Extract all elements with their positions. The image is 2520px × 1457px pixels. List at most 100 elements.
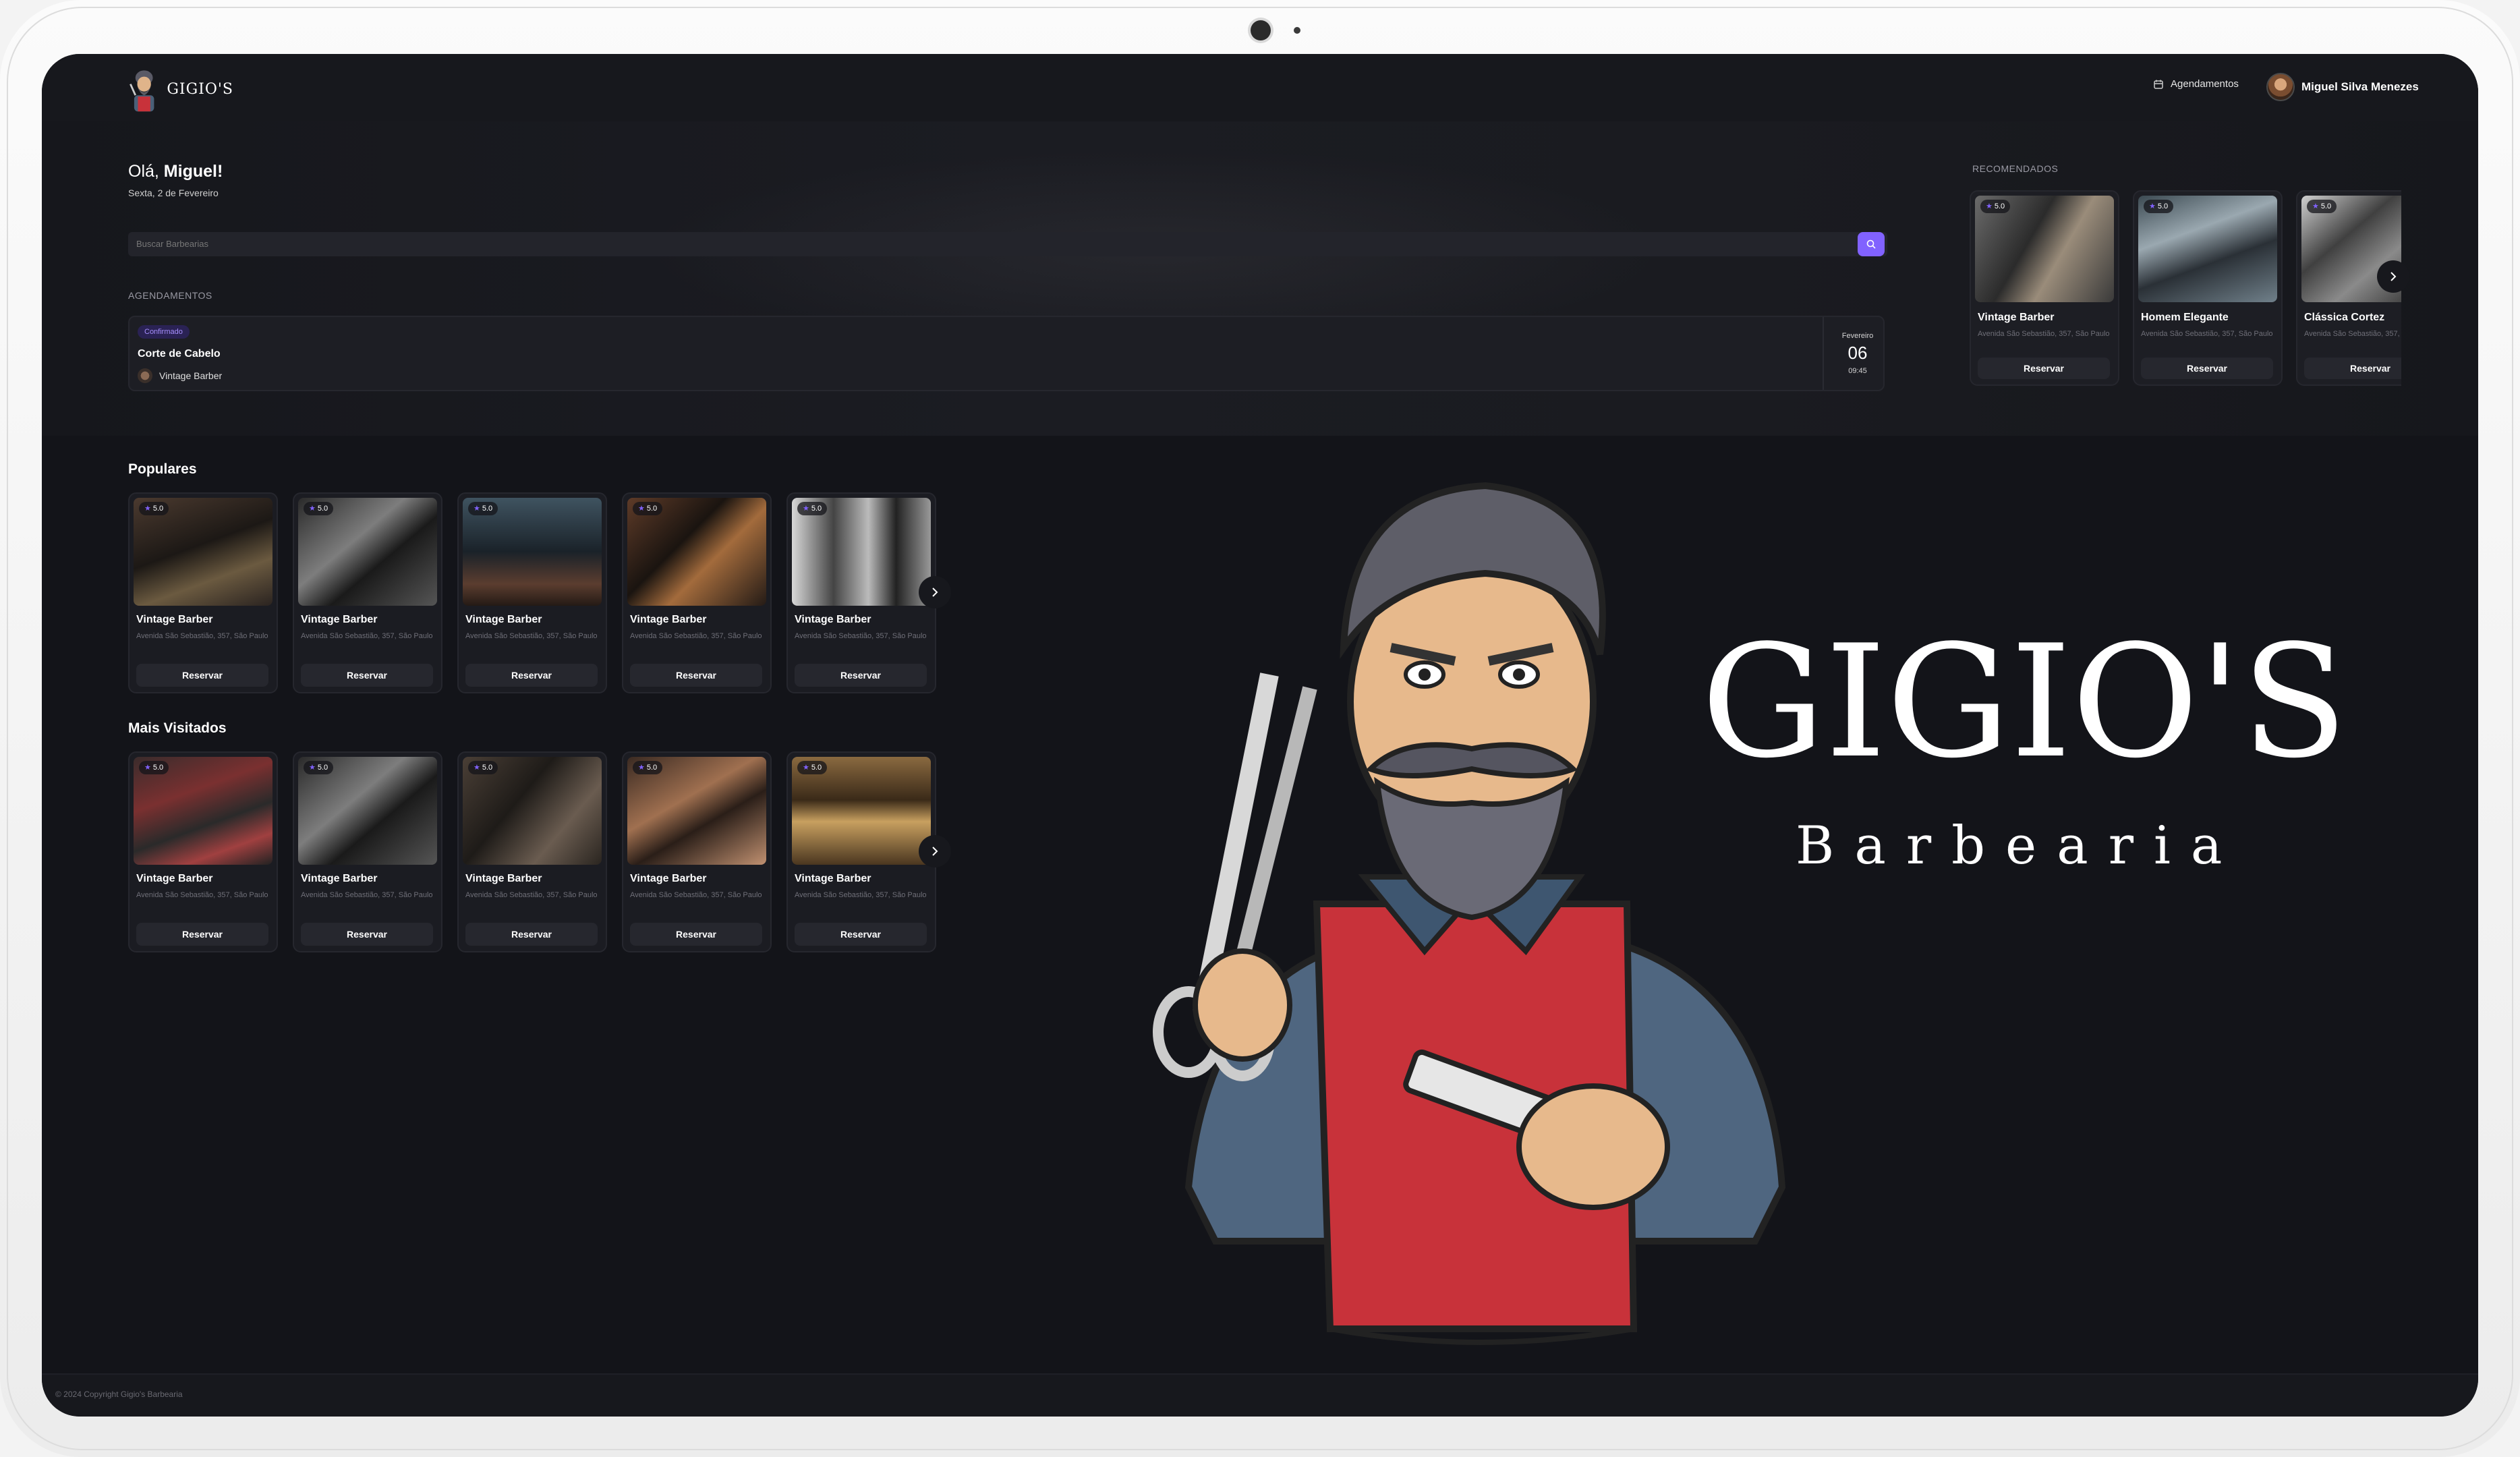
reserve-button[interactable]: Reservar [795,664,927,687]
footer-copyright: © 2024 Copyright Gigio's Barbearia [55,1390,183,1399]
divider [1823,317,1824,390]
rating-value: 5.0 [482,764,493,772]
logo-wordmark: GIGIO'S [167,80,233,98]
most-visited-section-title: Mais Visitados [128,720,227,736]
rating-value: 5.0 [1994,202,2005,210]
sensor-icon [1294,27,1300,34]
bookings-link[interactable]: Agendamentos [2153,78,2239,90]
app-logo[interactable]: GIGIO'S [125,62,233,116]
greeting: Olá, Miguel! [128,162,223,181]
rating-badge: ★ 5.0 [139,502,169,515]
rating-badge: ★ 5.0 [1980,200,2011,213]
recommended-next-button[interactable] [2377,260,2409,293]
rating-value: 5.0 [811,764,822,772]
booking-day: 06 [1848,343,1868,363]
most-visited-next-button[interactable] [919,835,951,867]
app-screen: GIGIO'S Agendamentos Miguel Silva Meneze… [42,54,2478,1417]
user-menu[interactable]: Miguel Silva Menezes [2266,73,2419,101]
shop-address: Avenida São Sebastião, 357, São Paulo [2304,330,2401,338]
star-icon: ★ [474,764,480,772]
shop-card[interactable]: ★ 5.0 Vintage Barber Avenida São Sebastiã… [457,751,607,952]
shop-address: Avenida São Sebastião, 357, São Paulo [630,891,762,899]
shop-card[interactable]: ★ 5.0 Vintage Barber Avenida São Sebastiã… [128,751,278,952]
shop-name: Vintage Barber [136,873,213,884]
popular-next-button[interactable] [919,576,951,608]
rating-value: 5.0 [152,505,164,513]
search-icon [1866,239,1876,249]
reserve-button[interactable]: Reservar [2304,358,2401,379]
shop-card[interactable]: ★ 5.0 Vintage Barber Avenida São Sebastiã… [786,751,936,952]
shop-card[interactable]: ★ 5.0 Vintage Barber Avenida São Sebastiã… [457,492,607,693]
user-name: Miguel Silva Menezes [2301,80,2419,93]
rating-value: 5.0 [2157,202,2169,210]
greeting-prefix: Olá, [128,162,164,181]
reserve-button[interactable]: Reservar [136,923,268,946]
brand-wordmark: GIGIO'S Barbearia [1701,612,2348,876]
search-input[interactable]: Buscar Barbearias [128,232,1887,256]
star-icon: ★ [803,764,809,772]
rating-value: 5.0 [317,505,328,513]
device-frame: GIGIO'S Agendamentos Miguel Silva Meneze… [0,0,2520,1457]
shop-name: Vintage Barber [795,614,871,625]
shop-address: Avenida São Sebastião, 357, São Paulo [136,891,268,899]
booking-time: 09:45 [1848,367,1867,375]
shop-card[interactable]: ★ 5.0 Vintage Barber Avenida São Sebastiã… [128,492,278,693]
rating-value: 5.0 [646,764,658,772]
shop-card[interactable]: ★ 5.0 Vintage Barber Avenida São Sebastiã… [293,751,442,952]
shop-name: Vintage Barber [301,873,378,884]
rating-badge: ★ 5.0 [2144,200,2174,213]
booking-shop: Vintage Barber [138,368,222,383]
shop-name: Vintage Barber [465,614,542,625]
search-button[interactable] [1858,232,1885,256]
shop-name: Homem Elegante [2141,312,2229,323]
star-icon: ★ [803,505,809,513]
star-icon: ★ [309,505,316,513]
rating-badge: ★ 5.0 [797,761,828,774]
shop-card[interactable]: ★ 5.0 Vintage Barber Avenida São Sebastiã… [622,492,772,693]
rating-badge: ★ 5.0 [468,761,498,774]
shop-address: Avenida São Sebastião, 357, São Paulo [465,632,598,640]
rating-value: 5.0 [2320,202,2332,210]
booking-service: Corte de Cabelo [138,348,221,360]
shop-name: Vintage Barber [630,873,707,884]
shop-name: Vintage Barber [795,873,871,884]
reserve-button[interactable]: Reservar [2141,358,2273,379]
barber-mascot-illustration [1153,482,1786,1345]
barber-mascot-icon [130,70,154,112]
star-icon: ★ [309,764,316,772]
reserve-button[interactable]: Reservar [465,664,598,687]
recommended-card[interactable]: ★ 5.0 Homem Elegante Avenida São Sebastiã… [2133,190,2283,386]
shop-name: Vintage Barber [465,873,542,884]
shop-card[interactable]: ★ 5.0 Vintage Barber Avenida São Sebastiã… [622,751,772,952]
shop-name: Vintage Barber [301,614,378,625]
reserve-button[interactable]: Reservar [630,923,762,946]
shop-avatar [138,368,152,383]
shop-address: Avenida São Sebastião, 357, São Paulo [301,632,433,640]
rating-badge: ★ 5.0 [797,502,828,515]
shop-name: Clássica Cortez [2304,312,2385,323]
reserve-button[interactable]: Reservar [1978,358,2110,379]
reserve-button[interactable]: Reservar [301,923,433,946]
shop-address: Avenida São Sebastião, 357, São Paulo [1978,330,2110,338]
greeting-name: Miguel! [163,162,223,181]
shop-name: Vintage Barber [136,614,213,625]
top-header: GIGIO'S Agendamentos Miguel Silva Meneze… [42,54,2478,123]
shop-card[interactable]: ★ 5.0 Vintage Barber Avenida São Sebastiã… [293,492,442,693]
star-icon: ★ [1986,202,1993,210]
reserve-button[interactable]: Reservar [136,664,268,687]
star-icon: ★ [144,764,151,772]
shop-name: Vintage Barber [1978,312,2055,323]
booking-card[interactable]: Confirmado Corte de Cabelo Vintage Barbe… [128,316,1885,391]
shop-address: Avenida São Sebastião, 357, São Paulo [795,891,927,899]
reserve-button[interactable]: Reservar [795,923,927,946]
reserve-button[interactable]: Reservar [630,664,762,687]
reserve-button[interactable]: Reservar [465,923,598,946]
avatar [2266,73,2295,101]
recommended-carousel: ★ 5.0 Vintage Barber Avenida São Sebastiã… [1970,190,2401,386]
shop-address: Avenida São Sebastião, 357, São Paulo [465,891,598,899]
reserve-button[interactable]: Reservar [301,664,433,687]
recommended-card[interactable]: ★ 5.0 Vintage Barber Avenida São Sebastiã… [1970,190,2119,386]
shop-address: Avenida São Sebastião, 357, São Paulo [301,891,433,899]
shop-address: Avenida São Sebastião, 357, São Paulo [630,632,762,640]
shop-card[interactable]: ★ 5.0 Vintage Barber Avenida São Sebastiã… [786,492,936,693]
